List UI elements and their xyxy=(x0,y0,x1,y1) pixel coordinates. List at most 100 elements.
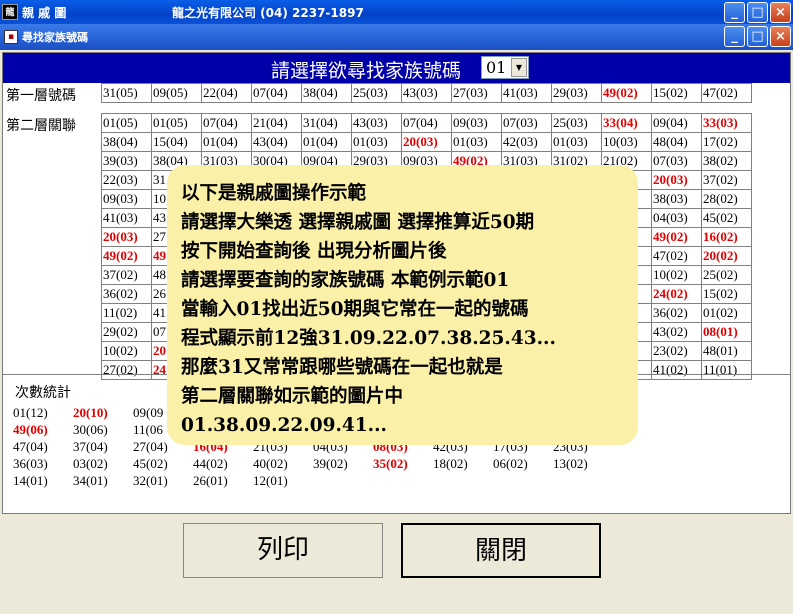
stats-label: 次數統計 xyxy=(15,385,71,401)
layer2-cell: 01(05) xyxy=(151,113,202,133)
layer2-cell: 01(04) xyxy=(201,132,252,152)
layer2-cell: 23(02) xyxy=(651,341,702,361)
table-row: 31(05) 09(05) 22(04) 07(04) 38(04) 25(03) 43(0… xyxy=(101,83,752,103)
stat-value: 06(02) xyxy=(493,456,528,471)
layer1-label: 第一層號碼 xyxy=(6,88,76,104)
layer2-cell: 31(04) xyxy=(301,113,352,133)
layer2-cell: 41(02) xyxy=(651,360,702,380)
stat-value: 03(02) xyxy=(73,456,108,471)
print-button[interactable]: 列印 xyxy=(183,523,383,578)
layer2-cell: 27(02) xyxy=(101,360,152,380)
layer2-cell: 25(03) xyxy=(551,113,602,133)
layer2-cell: 43(02) xyxy=(651,322,702,342)
layer2-cell: 41(03) xyxy=(101,208,152,228)
stat-value: 49(06) xyxy=(13,422,48,437)
layer2-cell: 37(02) xyxy=(701,170,752,190)
layer1-cell: 47(02) xyxy=(701,83,752,103)
family-number-select[interactable]: 01 ▼ xyxy=(481,56,529,79)
app-minimize-button[interactable]: _ xyxy=(724,2,745,23)
balloon-line: 請選擇大樂透 選擇親戚圖 選擇推算近50期 xyxy=(181,212,535,233)
table-row: 01(05) 01(05) 07(04) 21(04) 31(04) 43(03) 07(0… xyxy=(101,113,752,133)
layer2-cell: 01(04) xyxy=(301,132,352,152)
layer2-cell: 01(03) xyxy=(351,132,402,152)
layer1-cell: 38(04) xyxy=(301,83,352,103)
layer1-cell: 22(04) xyxy=(201,83,252,103)
app-close-button[interactable]: × xyxy=(770,2,791,23)
layer2-cell: 20(03) xyxy=(101,227,152,247)
stat-value: 14(01) xyxy=(13,473,48,488)
list-item: 36(03) 03(02) 45(02) 44(02) 40(02) 39(02) 35(0… xyxy=(13,456,613,473)
stat-value: 13(02) xyxy=(553,456,588,471)
layer2-cell: 07(03) xyxy=(501,113,552,133)
layer2-cell: 24(02) xyxy=(651,284,702,304)
chevron-down-icon[interactable]: ▼ xyxy=(511,58,527,77)
dialog-icon: ▪ xyxy=(4,30,18,44)
layer2-cell: 33(04) xyxy=(601,113,652,133)
app-maximize-button[interactable]: □ xyxy=(747,2,768,23)
layer2-cell: 01(03) xyxy=(451,132,502,152)
stat-value: 39(02) xyxy=(313,456,348,471)
layer1-cell: 09(05) xyxy=(151,83,202,103)
dialog-title-bar: ▪ 尋找家族號碼 _ □ × xyxy=(0,24,793,50)
layer2-cell: 15(02) xyxy=(701,284,752,304)
layer2-cell: 15(04) xyxy=(151,132,202,152)
layer2-cell: 29(02) xyxy=(101,322,152,342)
layer2-cell: 04(03) xyxy=(651,208,702,228)
layer2-cell: 09(03) xyxy=(101,189,152,209)
layer1-cell: 43(03) xyxy=(401,83,452,103)
layer2-cell: 43(04) xyxy=(251,132,302,152)
layer2-cell: 07(04) xyxy=(201,113,252,133)
stat-value: 32(01) xyxy=(133,473,168,488)
select-prompt: 請選擇欲尋找家族號碼 xyxy=(271,60,462,82)
balloon-line: 以下是親戚圖操作示範 xyxy=(181,183,367,204)
stat-value: 20(10) xyxy=(73,405,108,420)
layer2-cell: 42(03) xyxy=(501,132,552,152)
stat-value: 45(02) xyxy=(133,456,168,471)
layer2-cell: 08(01) xyxy=(701,322,752,342)
layer2-cell: 10(02) xyxy=(101,341,152,361)
layer1-cell: 29(03) xyxy=(551,83,602,103)
stat-value: 37(04) xyxy=(73,439,108,454)
layer2-cell: 10(02) xyxy=(651,265,702,285)
balloon-line: 請選擇要查詢的家族號碼 本範例示範01 xyxy=(181,270,510,291)
layer2-cell: 11(01) xyxy=(701,360,752,380)
stat-value: 01(12) xyxy=(13,405,48,420)
layer2-cell: 43(03) xyxy=(351,113,402,133)
balloon-line: 第二層關聯如示範的圖片中 xyxy=(181,386,404,407)
family-number-value: 01 xyxy=(486,58,507,77)
layer1-cell: 49(02) xyxy=(601,83,652,103)
stat-value: 36(03) xyxy=(13,456,48,471)
layer2-cell: 48(01) xyxy=(701,341,752,361)
dialog-close-button[interactable]: × xyxy=(770,26,791,47)
layer1-cell: 15(02) xyxy=(651,83,702,103)
layer2-cell: 10(03) xyxy=(601,132,652,152)
balloon-line: 那麼31又常常跟哪些號碼在一起也就是 xyxy=(181,357,503,378)
layer2-cell: 49(02) xyxy=(101,246,152,266)
layer2-cell: 07(04) xyxy=(401,113,452,133)
layer1-cell: 41(03) xyxy=(501,83,552,103)
layer2-cell: 16(02) xyxy=(701,227,752,247)
dialog-title: 尋找家族號碼 xyxy=(22,31,88,44)
app-title: 親 戚 圖 xyxy=(22,5,67,20)
close-button[interactable]: 關閉 xyxy=(401,523,601,578)
layer1-table: 31(05) 09(05) 22(04) 07(04) 38(04) 25(03) 43(0… xyxy=(101,83,752,103)
layer1-cell: 31(05) xyxy=(101,83,152,103)
layer2-cell: 38(02) xyxy=(701,151,752,171)
dialog-minimize-button[interactable]: _ xyxy=(724,26,745,47)
stat-value: 34(01) xyxy=(73,473,108,488)
stat-value: 18(02) xyxy=(433,456,468,471)
layer2-cell: 20(03) xyxy=(401,132,452,152)
layer2-cell: 09(04) xyxy=(651,113,702,133)
app-icon: 龍 xyxy=(2,4,18,20)
layer2-cell: 47(02) xyxy=(651,246,702,266)
stat-value: 12(01) xyxy=(253,473,288,488)
balloon-line: 程式顯示前12強31.09.22.07.38.25.43... xyxy=(181,328,556,349)
dialog-maximize-button[interactable]: □ xyxy=(747,26,768,47)
layer2-cell: 48(04) xyxy=(651,132,702,152)
layer2-cell: 07(03) xyxy=(651,151,702,171)
list-item: 14(01) 34(01) 32(01) 26(01) 12(01) xyxy=(13,473,613,490)
layer2-cell: 45(02) xyxy=(701,208,752,228)
layer2-cell: 38(04) xyxy=(101,132,152,152)
layer2-cell: 22(03) xyxy=(101,170,152,190)
company-info: 龍之光有限公司 (04) 2237-1897 xyxy=(172,5,364,20)
